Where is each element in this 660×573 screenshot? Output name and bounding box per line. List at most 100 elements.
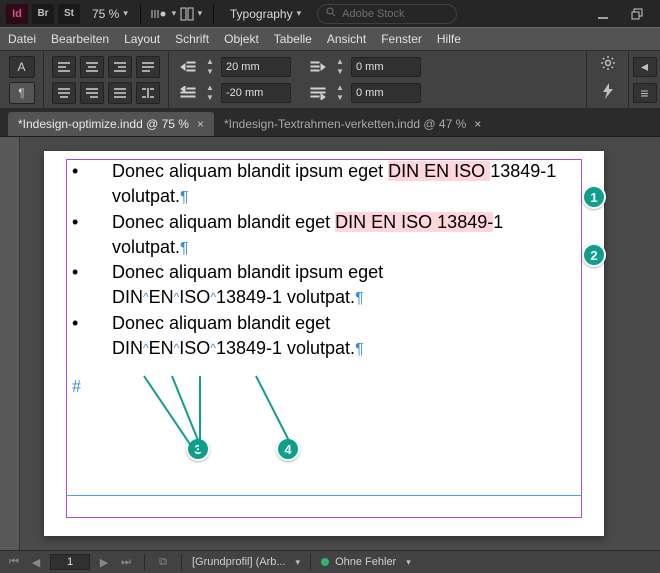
prev-page-button[interactable]: ◀: [28, 554, 44, 570]
menu-layout[interactable]: Layout: [124, 32, 160, 46]
text-frame[interactable]: • Donec aliquam blandit ipsum eget DIN E…: [66, 159, 582, 361]
bullet-icon: •: [66, 260, 112, 311]
window-restore-button[interactable]: [620, 1, 654, 27]
close-icon[interactable]: ×: [197, 117, 204, 131]
justify-right-button[interactable]: [80, 82, 104, 104]
tab-textrahmen-verketten[interactable]: *Indesign-Textrahmen-verketten.indd @ 47…: [214, 112, 491, 136]
list-text: Donec aliquam blandit eget DIN^EN^ISO^13…: [112, 311, 582, 362]
page-viewport[interactable]: • Donec aliquam blandit ipsum eget DIN E…: [20, 137, 660, 550]
list-item: • Donec aliquam blandit ipsum eget DIN E…: [66, 159, 582, 210]
align-justify-button[interactable]: [136, 56, 160, 78]
chevron-down-icon: ▾: [123, 8, 128, 19]
nbsp-icon: ^: [174, 290, 180, 304]
open-panel-button[interactable]: ⧉: [155, 554, 171, 570]
menu-fenster[interactable]: Fenster: [381, 32, 422, 46]
highlight: DIN EN ISO 13849-: [335, 212, 493, 232]
justify-center-button[interactable]: [52, 82, 76, 104]
chevron-down-icon: ▾: [296, 557, 301, 568]
align-left-button[interactable]: [52, 56, 76, 78]
control-panel: A ¶ ▲▼ 20 mm ▲▼ -20 mm ▲▼: [0, 51, 660, 109]
first-line-indent-field[interactable]: -20 mm: [221, 83, 291, 103]
right-indent-field[interactable]: 0 mm: [351, 57, 421, 77]
status-bar: ⏮ ◀ 1 ▶ ⏭ ⧉ [Grundprofil] (Arb... ▾ Ohne…: [0, 550, 660, 573]
search-placeholder: Adobe Stock: [342, 8, 404, 20]
page: • Donec aliquam blandit ipsum eget DIN E…: [44, 151, 604, 536]
bullet-icon: •: [66, 159, 112, 210]
preflight-errors[interactable]: Ohne Fehler: [335, 556, 396, 568]
workspace-label: Typography: [230, 7, 293, 21]
menu-datei[interactable]: Datei: [8, 32, 36, 46]
zoom-dropdown[interactable]: 75 % ▾: [92, 7, 128, 21]
pilcrow-icon: ¶: [180, 240, 189, 257]
separator: [140, 4, 141, 24]
separator: [213, 4, 214, 24]
stepper-up[interactable]: ▲: [205, 83, 215, 93]
document-tabbar: *Indesign-optimize.indd @ 75 % × *Indesi…: [0, 109, 660, 137]
align-spine-button[interactable]: [136, 82, 160, 104]
document-area: • Donec aliquam blandit ipsum eget DIN E…: [0, 137, 660, 550]
close-icon[interactable]: ×: [474, 117, 481, 131]
menu-schrift[interactable]: Schrift: [175, 32, 209, 46]
tab-indesign-optimize[interactable]: *Indesign-optimize.indd @ 75 % ×: [8, 112, 214, 136]
view-options-button[interactable]: ▾: [149, 4, 177, 24]
left-indent-field[interactable]: 20 mm: [221, 57, 291, 77]
stock-search[interactable]: Adobe Stock: [317, 4, 457, 24]
justify-all-button[interactable]: [108, 82, 132, 104]
list-item: • Donec aliquam blandit ipsum eget DIN^E…: [66, 260, 582, 311]
menu-tabelle[interactable]: Tabelle: [274, 32, 312, 46]
panel-menu-icon[interactable]: ≡: [633, 83, 657, 103]
chevron-down-icon: ▾: [406, 557, 411, 568]
workspace-dropdown[interactable]: Typography ▾: [230, 7, 301, 21]
pilcrow-icon: ¶: [355, 341, 364, 358]
stepper-down[interactable]: ▼: [335, 93, 345, 103]
bridge-button[interactable]: Br: [32, 4, 54, 24]
nbsp-icon: ^: [174, 341, 180, 355]
last-line-indent-icon: [307, 82, 329, 104]
stepper-down[interactable]: ▼: [205, 93, 215, 103]
preflight-profile[interactable]: [Grundprofil] (Arb...: [192, 556, 286, 568]
app-logo-icon: Id: [6, 4, 28, 24]
main-menubar: Datei Bearbeiten Layout Schrift Objekt T…: [0, 27, 660, 51]
stepper-up[interactable]: ▲: [205, 57, 215, 67]
last-line-indent-field[interactable]: 0 mm: [351, 83, 421, 103]
first-page-button[interactable]: ⏮: [6, 554, 22, 570]
list-text: Donec aliquam blandit eget DIN EN ISO 13…: [112, 210, 582, 261]
stepper-up[interactable]: ▲: [335, 83, 345, 93]
menu-bearbeiten[interactable]: Bearbeiten: [51, 32, 109, 46]
stepper-down[interactable]: ▼: [205, 67, 215, 77]
tab-label: *Indesign-Textrahmen-verketten.indd @ 47…: [224, 117, 466, 131]
pilcrow-icon: ¶: [355, 290, 364, 307]
menu-objekt[interactable]: Objekt: [224, 32, 259, 46]
gear-icon[interactable]: [600, 55, 616, 76]
char-mode-button[interactable]: A: [9, 56, 35, 78]
chevron-down-icon: ▾: [297, 8, 302, 19]
left-indent-icon: [177, 56, 199, 78]
search-icon: [326, 7, 336, 20]
menu-ansicht[interactable]: Ansicht: [327, 32, 366, 46]
stepper-down[interactable]: ▼: [335, 67, 345, 77]
vertical-ruler[interactable]: [0, 137, 20, 550]
last-page-button[interactable]: ⏭: [118, 554, 134, 570]
bullet-icon: •: [66, 311, 112, 362]
stepper-up[interactable]: ▲: [335, 57, 345, 67]
arrange-button[interactable]: ▾: [177, 4, 205, 24]
window-minimize-button[interactable]: [586, 1, 620, 27]
nbsp-icon: ^: [210, 290, 216, 304]
page-field[interactable]: 1: [50, 554, 90, 570]
nbsp-icon: ^: [210, 341, 216, 355]
para-mode-button[interactable]: ¶: [9, 82, 35, 104]
panel-expand-icon[interactable]: ◂: [633, 57, 657, 77]
align-right-button[interactable]: [108, 56, 132, 78]
quick-apply-icon[interactable]: [601, 83, 615, 104]
stock-button[interactable]: St: [58, 4, 80, 24]
nbsp-icon: ^: [143, 341, 149, 355]
app-topbar: Id Br St 75 % ▾ ▾ ▾ Typography ▾ Adobe S…: [0, 0, 660, 27]
pilcrow-icon: ¶: [180, 189, 189, 206]
next-page-button[interactable]: ▶: [96, 554, 112, 570]
list-item: • Donec aliquam blandit eget DIN^EN^ISO^…: [66, 311, 582, 362]
chevron-down-icon: ▾: [172, 8, 177, 19]
right-indent-icon: [307, 56, 329, 78]
align-center-button[interactable]: [80, 56, 104, 78]
menu-hilfe[interactable]: Hilfe: [437, 32, 461, 46]
callout-1: 1: [582, 185, 606, 209]
